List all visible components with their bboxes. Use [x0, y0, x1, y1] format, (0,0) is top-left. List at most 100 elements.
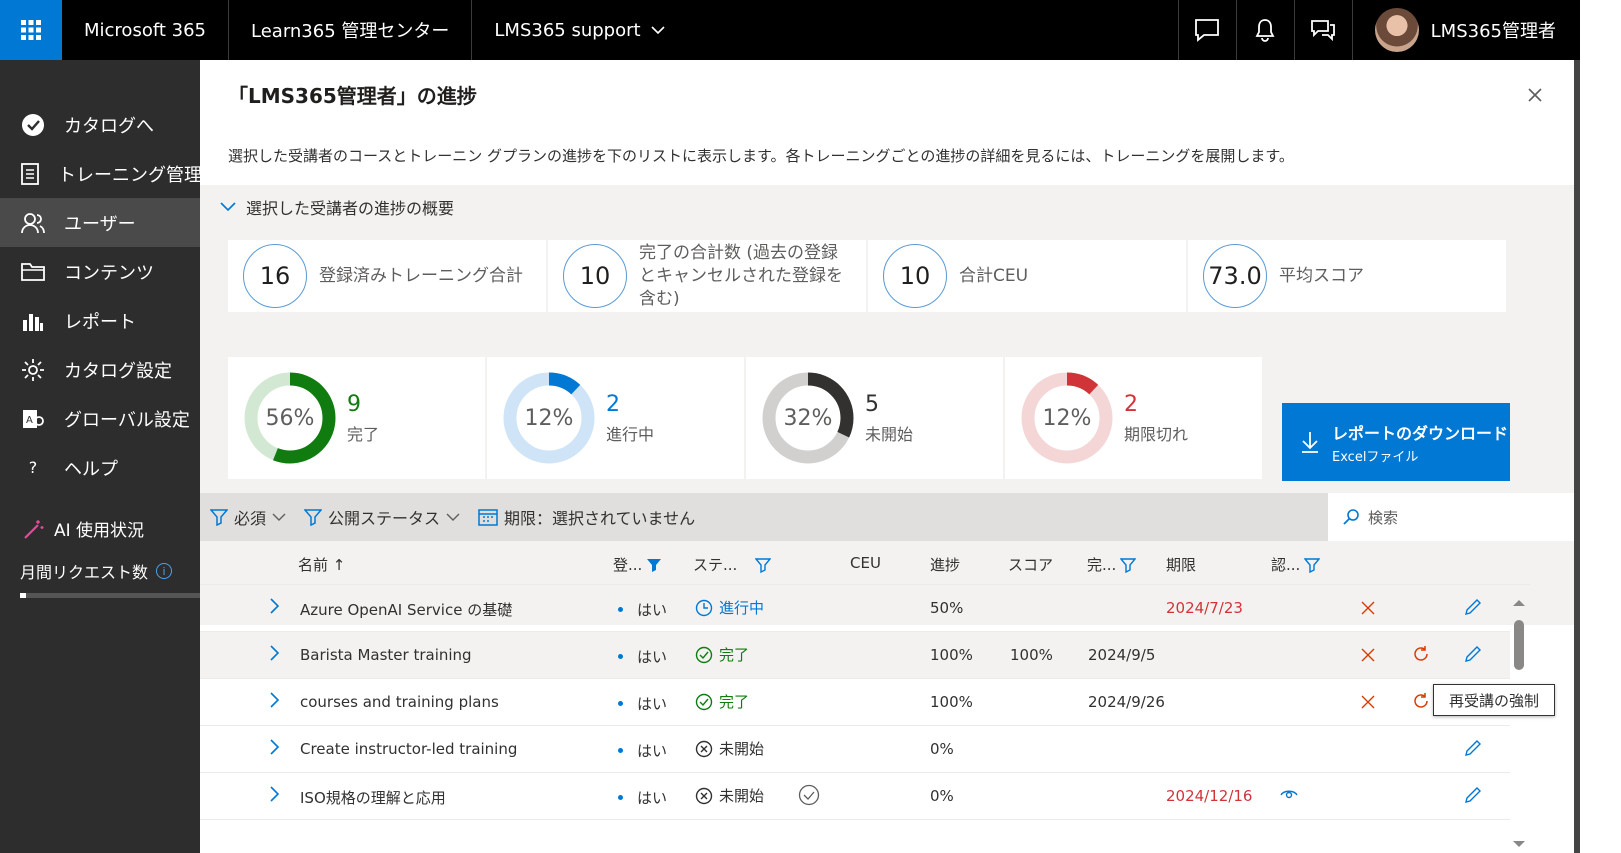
force-retake-button[interactable]	[1412, 692, 1430, 710]
table-scrollbar[interactable]	[1510, 590, 1528, 853]
scroll-thumb[interactable]	[1514, 620, 1524, 670]
expand-row-button[interactable]	[268, 738, 280, 756]
sidebar-item-help[interactable]: ? ヘルプ	[0, 443, 200, 492]
bullet-icon	[618, 701, 623, 706]
col-status[interactable]: ステ...	[693, 554, 772, 575]
col-certificate[interactable]: 認...	[1271, 554, 1321, 575]
filter-bar: 必須 公開ステータス 期限：選択されていません 検索	[200, 493, 1574, 541]
kpi-label: 完了の合計数 (過去の登録とキャンセルされた登録を含む)	[639, 242, 843, 309]
sidebar-item-catalog[interactable]: カタログへ	[0, 100, 200, 149]
pencil-icon	[1465, 646, 1481, 662]
edit-button[interactable]	[1464, 739, 1482, 757]
col-completed[interactable]: 完...	[1087, 554, 1137, 575]
bullet-icon	[618, 748, 623, 753]
ceu-cell	[798, 784, 820, 806]
required-text: はい	[637, 789, 668, 807]
search-input[interactable]: 検索	[1328, 493, 1574, 541]
cancel-enrollment-button[interactable]	[1360, 694, 1376, 710]
filter-icon	[755, 557, 772, 573]
edit-button[interactable]	[1464, 645, 1482, 663]
panel-description: 選択した受講者のコースとトレーニン グプランの進捗を下のリストに表示します。各ト…	[228, 147, 1294, 165]
col-deadline[interactable]: 期限	[1166, 554, 1196, 575]
sidebar-item-catalog-settings[interactable]: カタログ設定	[0, 345, 200, 394]
required-filter[interactable]: 必須	[210, 505, 286, 529]
status-cell: 完了	[695, 644, 749, 665]
col-registration[interactable]: 登...	[613, 554, 662, 575]
deadline-text: 2024/7/23	[1166, 599, 1243, 617]
microsoft365-link[interactable]: Microsoft 365	[62, 0, 229, 60]
feedback-button[interactable]	[1177, 0, 1236, 60]
sidebar-item-reports[interactable]: レポート	[0, 296, 200, 345]
status-text: 未開始	[719, 787, 765, 805]
tenant-label: LMS365 support	[494, 19, 641, 41]
status-text: 完了	[719, 646, 750, 664]
info-icon[interactable]: i	[156, 563, 173, 579]
col-progress[interactable]: 進捗	[930, 554, 960, 575]
expand-row-button[interactable]	[268, 644, 280, 662]
progress-cell: 0%	[930, 740, 954, 758]
deadline-filter-label: 期限：選択されていません	[504, 509, 696, 528]
training-name[interactable]: Create instructor-led training	[300, 740, 517, 758]
training-name-text: Barista Master training	[300, 646, 472, 664]
close-button[interactable]	[1524, 84, 1548, 108]
clock-icon	[695, 599, 713, 616]
cancel-enrollment-button[interactable]	[1360, 600, 1376, 616]
scroll-down-icon[interactable]	[1510, 837, 1528, 851]
col-ceu[interactable]: CEU	[850, 554, 881, 572]
sidebar-item-label: トレーニング管理	[58, 164, 200, 186]
scroll-up-icon[interactable]	[1510, 596, 1528, 610]
table-row[interactable]: ISO規格の理解と応用 はい 未開始 0% 2024/12/16	[200, 773, 1510, 820]
table-row[interactable]: Azure OpenAI Service の基礎 はい 進行中 50% 2024…	[200, 585, 1510, 632]
conversation-icon	[1311, 20, 1336, 42]
training-name-text: ISO規格の理解と応用	[300, 789, 446, 807]
col-name[interactable]: 名前 ↑	[298, 554, 345, 575]
close-icon	[1361, 695, 1375, 709]
table-row[interactable]: courses and training plans はい 完了 100% 20…	[200, 679, 1510, 726]
sidebar-item-label: コンテンツ	[64, 262, 154, 284]
admin-center-title[interactable]: Learn365 管理センター	[229, 0, 473, 60]
training-name[interactable]: Barista Master training	[300, 646, 472, 664]
col-score[interactable]: スコア	[1008, 554, 1053, 575]
notifications-button[interactable]	[1235, 0, 1294, 60]
deadline-text: 2024/12/16	[1166, 787, 1253, 805]
sidebar-item-users[interactable]: ユーザー	[0, 198, 200, 247]
deadline-filter[interactable]: 期限：選択されていません	[478, 505, 695, 529]
download-report-button[interactable]: レポートのダウンロード Excelファイル	[1282, 403, 1510, 481]
edit-button[interactable]	[1464, 786, 1482, 804]
table-row[interactable]: Barista Master training はい 完了 100% 100% …	[200, 632, 1510, 679]
kpi-value: 16	[243, 244, 307, 308]
sidebar-item-content[interactable]: コンテンツ	[0, 247, 200, 296]
ai-usage-label: AI 使用状況	[54, 521, 145, 541]
progress-text: 0%	[930, 787, 954, 805]
training-name[interactable]: courses and training plans	[300, 693, 499, 711]
training-name[interactable]: Azure OpenAI Service の基礎	[300, 599, 512, 620]
sidebar-item-global-settings[interactable]: A グローバル設定	[0, 394, 200, 443]
table-row[interactable]: Create instructor-led training はい 未開始 0%	[200, 726, 1510, 773]
refresh-icon	[1414, 646, 1428, 661]
global-settings-icon: A	[20, 406, 46, 432]
donut-percent: 32%	[783, 405, 833, 431]
account-button[interactable]: LMS365管理者	[1351, 0, 1580, 60]
expand-row-button[interactable]	[268, 785, 280, 803]
edit-button[interactable]	[1464, 598, 1482, 616]
publish-status-filter[interactable]: 公開ステータス	[304, 505, 460, 529]
summary-toggle[interactable]: 選択した受講者の進捗の概要	[220, 195, 454, 219]
chevron-down-icon	[272, 513, 286, 521]
support-chat-button[interactable]	[1293, 0, 1352, 60]
sidebar-item-label: ヘルプ	[64, 458, 118, 480]
users-icon	[20, 210, 46, 236]
kpi-total-ceu: 10 合計CEU	[868, 240, 1186, 312]
force-retake-button[interactable]	[1412, 645, 1430, 663]
cancel-enrollment-button[interactable]	[1360, 647, 1376, 663]
view-certificate-button[interactable]	[1280, 789, 1298, 801]
expand-row-button[interactable]	[268, 691, 280, 709]
expand-row-button[interactable]	[268, 597, 280, 615]
training-name[interactable]: ISO規格の理解と応用	[300, 787, 446, 808]
required-cell: はい	[618, 646, 667, 667]
kpi-row: 16 登録済みトレーニング合計 10 完了の合計数 (過去の登録とキャンセルされ…	[228, 240, 1506, 312]
sidebar-item-training[interactable]: トレーニング管理	[0, 149, 200, 198]
tenant-dropdown[interactable]: LMS365 support	[472, 0, 686, 60]
col-status-label: ステ...	[693, 556, 738, 574]
download-icon	[1302, 432, 1318, 453]
app-launcher-button[interactable]	[0, 0, 62, 60]
